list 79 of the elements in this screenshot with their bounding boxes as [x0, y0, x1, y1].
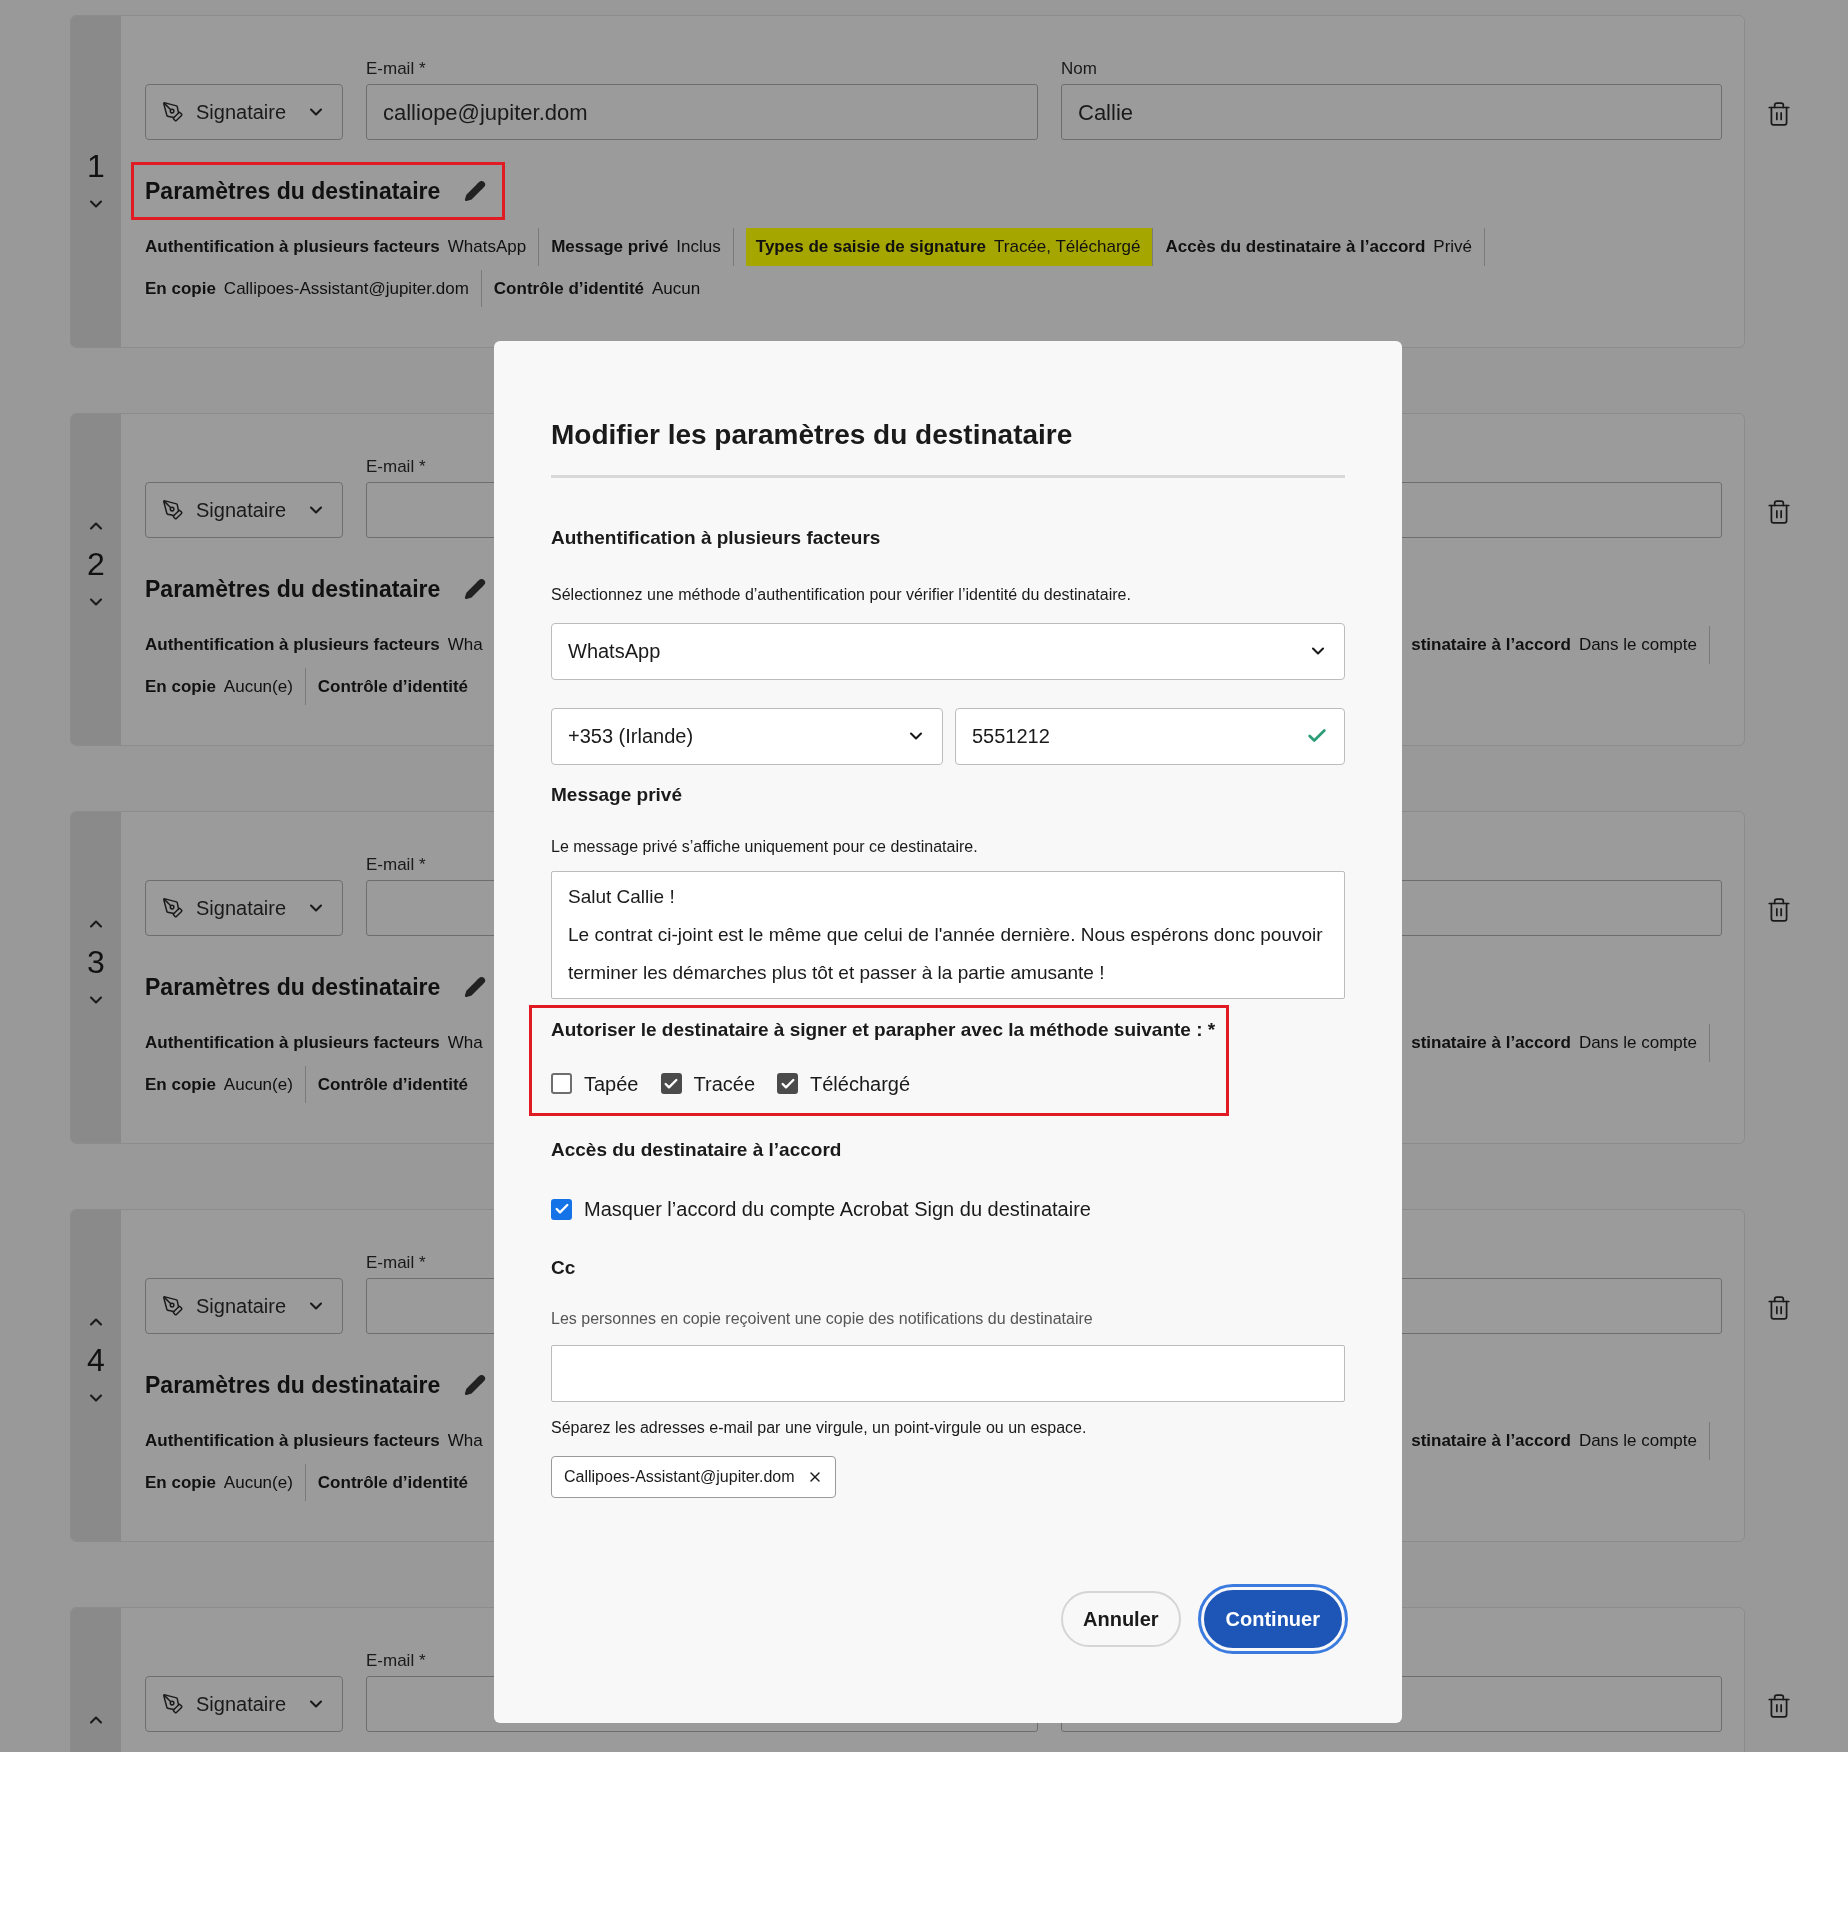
delete-icon[interactable]: [1766, 1295, 1792, 1321]
setting-item: Types de saisie de signature Tracée, Téléchargé: [745, 228, 1154, 266]
cancel-button[interactable]: Annuler: [1061, 1591, 1181, 1647]
email-label: E-mail *: [366, 1650, 426, 1670]
pen-icon: [162, 101, 184, 123]
setting-item: Accès du destinataire à l’accord Privé: [1165, 228, 1486, 266]
checkbox-label: Masquer l’accord du compte Acrobat Sign du destinataire: [584, 1197, 1091, 1222]
checkbox[interactable]: [551, 1073, 572, 1094]
pen-icon: [162, 897, 184, 919]
name-field[interactable]: Callie: [1061, 84, 1722, 140]
role-dropdown[interactable]: Signataire: [145, 482, 343, 538]
setting-item: En copie Callipoes-Assistant@jupiter.dom: [145, 269, 482, 307]
setting-item: stinataire à l’accord Dans le compte: [1411, 1422, 1710, 1460]
cc-field[interactable]: [551, 1344, 1345, 1402]
setting-item: Contrôle d’identité Aucun: [493, 277, 701, 300]
phone-field[interactable]: 5551212: [955, 707, 1345, 765]
country-dropdown[interactable]: +353 (Irlande): [551, 707, 943, 765]
checkbox[interactable]: [660, 1073, 682, 1094]
section-heading: Accès du destinataire à l’accord: [551, 1137, 843, 1162]
recipient-number: 3: [87, 943, 105, 982]
name-label: Nom: [1061, 59, 1097, 78]
setting-item: stinataire à l’accord Dans le compte: [1411, 1024, 1710, 1062]
email-tag: Callipoes-Assistant@jupiter.dom: [551, 1455, 836, 1498]
section-heading: Autoriser le destinataire à signer et parapher avec la méthode suivante : *: [551, 1018, 1217, 1042]
settings-title: Paramètres du destinataire: [145, 176, 441, 206]
section-heading: Message privé: [551, 782, 683, 807]
email-label: E-mail *: [366, 1252, 426, 1272]
setting-item: Authentification à plusieurs facteurs Wha: [145, 1430, 483, 1452]
checkbox-label: Téléchargé: [810, 1071, 911, 1097]
setting-item: Authentification à plusieurs facteurs Wha: [145, 634, 483, 656]
message-field[interactable]: Salut Callie ! Le contrat ci-joint est le même que celui de l'année dernière. Nous espérons donc pouvoir terminer les démarches plus tôt et passer à la partie amusante !: [551, 871, 1345, 999]
section-heading: Cc: [551, 1256, 577, 1280]
section-heading: Authentification à plusieurs facteurs: [551, 526, 882, 550]
email-label: E-mail *: [366, 456, 426, 476]
role-dropdown[interactable]: Signataire: [145, 880, 343, 936]
pen-icon: [162, 499, 184, 521]
setting-item: Contrôle d’identité: [317, 1073, 468, 1096]
settings-title: Paramètres du destinataire: [145, 574, 441, 604]
setting-item: Authentification à plusieurs facteurs Wha: [145, 1032, 483, 1054]
setting-item: En copie Aucun(e): [145, 1463, 306, 1501]
delete-icon[interactable]: [1766, 1693, 1792, 1719]
setting-item: Message privé Inclus: [551, 228, 734, 266]
setting-item: stinataire à l’accord Dans le compte: [1411, 626, 1710, 664]
checkbox[interactable]: [777, 1073, 798, 1094]
method-dropdown[interactable]: WhatsApp: [551, 622, 1345, 680]
pencil-icon[interactable]: [464, 180, 487, 202]
pencil-icon[interactable]: [464, 976, 487, 998]
checkbox-label: Tracée: [693, 1071, 755, 1097]
setting-item: Contrôle d’identité: [317, 1471, 468, 1494]
delete-icon[interactable]: [1766, 101, 1792, 127]
delete-icon[interactable]: [1766, 499, 1792, 525]
checkbox[interactable]: [551, 1198, 572, 1220]
recipient-number: 1: [87, 147, 105, 186]
email-field[interactable]: calliope@jupiter.dom: [366, 84, 1038, 140]
section-description: Les personnes en copie reçoivent une copie des notifications du destinataire: [551, 1308, 1094, 1329]
email-label: E-mail *: [366, 58, 426, 78]
role-dropdown[interactable]: Signataire: [145, 1278, 343, 1334]
delete-icon[interactable]: [1766, 897, 1792, 923]
settings-title: Paramètres du destinataire: [145, 972, 441, 1002]
settings-title: Paramètres du destinataire: [145, 1370, 441, 1400]
dialog-title: Modifier les paramètres du destinataire: [551, 418, 1074, 452]
recipient-number: 4: [87, 1341, 105, 1380]
pen-icon: [162, 1295, 184, 1317]
section-description: Sélectionnez une méthode d’authentification pour vérifier l’identité du destinataire.: [551, 584, 1132, 605]
section-description: Le message privé s’affiche uniquement pour ce destinataire.: [551, 837, 979, 857]
checkbox-label: Tapée: [584, 1071, 639, 1097]
continue-button[interactable]: Continuer: [1200, 1587, 1345, 1651]
pencil-icon[interactable]: [464, 1374, 487, 1396]
role-dropdown[interactable]: Signataire: [145, 84, 343, 140]
setting-item: Contrôle d’identité: [317, 675, 468, 698]
field-hint: Séparez les adresses e-mail par une virgule, un point-virgule ou un espace.: [551, 1417, 1088, 1438]
setting-item: En copie Aucun(e): [145, 1065, 306, 1103]
recipient-number: 2: [87, 545, 105, 584]
setting-item: En copie Aucun(e): [145, 667, 306, 705]
setting-item: Authentification à plusieurs facteurs WhatsApp: [145, 228, 540, 266]
email-label: E-mail *: [366, 854, 426, 874]
role-dropdown[interactable]: Signataire: [145, 1676, 343, 1732]
pencil-icon[interactable]: [464, 578, 487, 600]
pen-icon: [162, 1693, 184, 1715]
